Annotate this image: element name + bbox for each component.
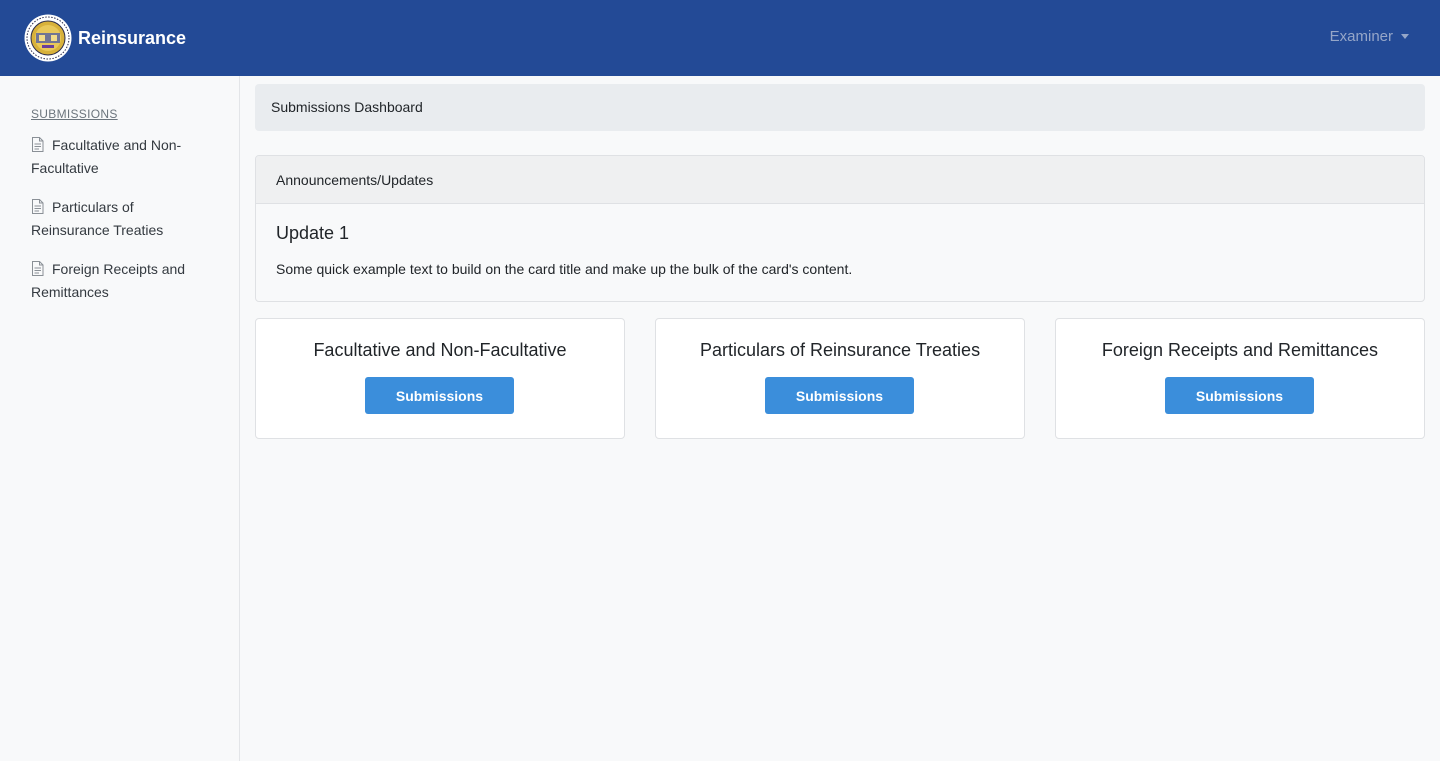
brand-title: Reinsurance [78, 28, 187, 48]
announcements-card: Announcements/Updates Update 1 Some quic… [255, 155, 1425, 302]
seal-logo-icon [24, 14, 72, 62]
foreign-receipts-submissions-button[interactable]: Submissions [1165, 377, 1314, 414]
document-icon [32, 261, 44, 276]
card-title: Particulars of Reinsurance Treaties [699, 340, 981, 360]
top-navbar: Reinsurance Examiner [0, 0, 1440, 76]
sidebar-item-label: Foreign Receipts and Remittances [31, 261, 186, 300]
announcements-header: Announcements/Updates [256, 156, 1424, 204]
sidebar-item-foreign-receipts[interactable]: Foreign Receipts and Remittances [31, 258, 206, 304]
sidebar-item-label: Facultative and Non-Facultative [31, 137, 182, 176]
sidebar-heading-submissions[interactable]: SUBMISSIONS [31, 107, 118, 121]
announcement-title: Update 1 [276, 223, 350, 243]
treaties-submissions-button[interactable]: Submissions [765, 377, 914, 414]
announcement-text: Some quick example text to build on the … [276, 261, 853, 277]
brand-link[interactable]: Reinsurance [24, 14, 186, 62]
card-title: Foreign Receipts and Remittances [1101, 340, 1379, 360]
sidebar-item-label: Particulars of Reinsurance Treaties [31, 199, 164, 238]
user-menu-label: Examiner [1329, 28, 1393, 45]
sidebar: SUBMISSIONS Facultative and Non-Facultat… [0, 76, 240, 761]
sidebar-item-reinsurance-treaties[interactable]: Particulars of Reinsurance Treaties [31, 196, 206, 242]
document-icon [32, 137, 44, 152]
breadcrumb-current: Submissions Dashboard [271, 99, 423, 115]
caret-down-icon [1401, 34, 1409, 39]
facultative-submissions-button[interactable]: Submissions [365, 377, 514, 414]
card-reinsurance-treaties: Particulars of Reinsurance Treaties Subm… [655, 318, 1025, 439]
user-menu-dropdown[interactable]: Examiner [1330, 28, 1409, 45]
card-title: Facultative and Non-Facultative [313, 340, 567, 360]
sidebar-item-facultative[interactable]: Facultative and Non-Facultative [31, 134, 206, 180]
card-facultative: Facultative and Non-Facultative Submissi… [255, 318, 625, 439]
breadcrumb: Submissions Dashboard [255, 84, 1425, 131]
document-icon [32, 199, 44, 214]
card-foreign-receipts: Foreign Receipts and Remittances Submiss… [1055, 318, 1425, 439]
